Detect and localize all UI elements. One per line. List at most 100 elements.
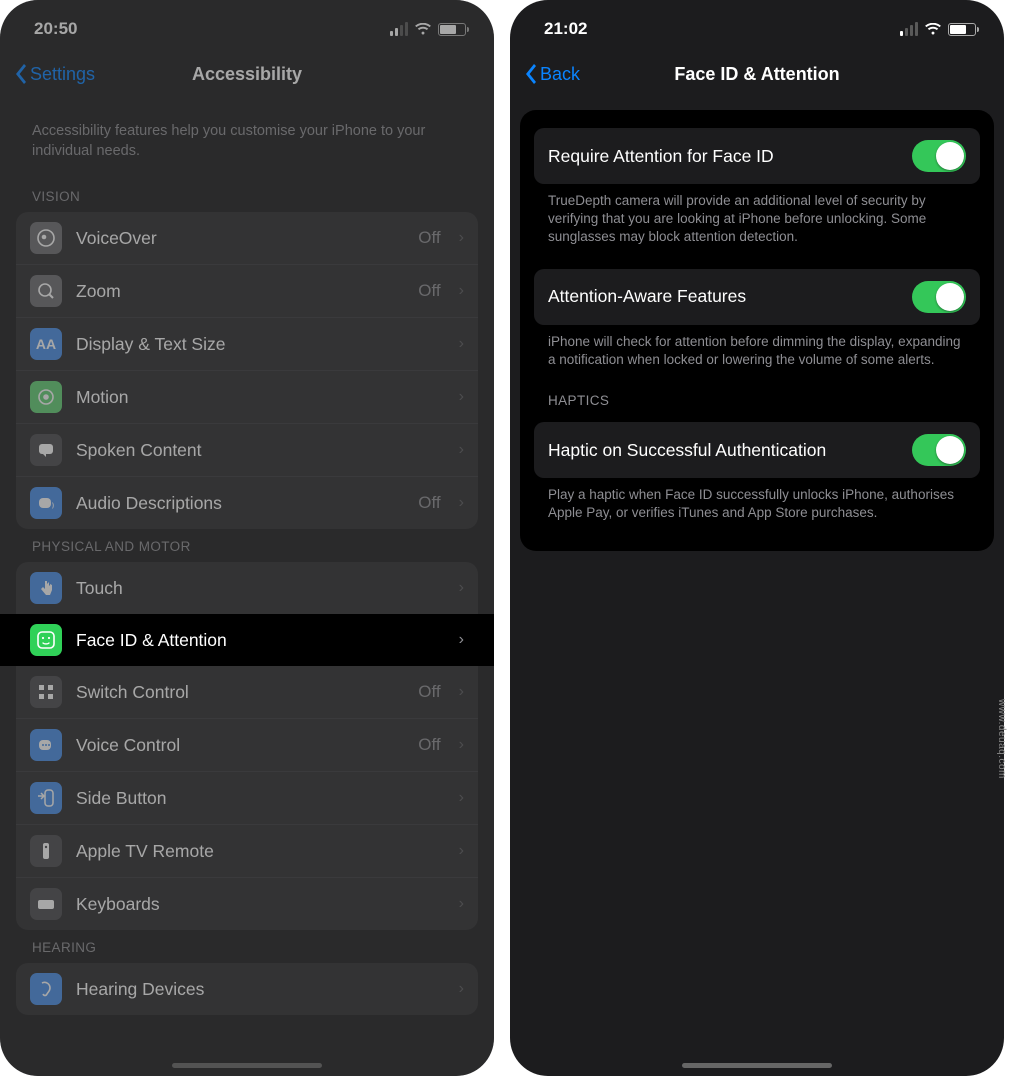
chevron-right-icon: › — [459, 441, 464, 459]
zoom-icon — [30, 275, 62, 307]
status-indicators — [900, 22, 976, 36]
svg-text:): ) — [52, 503, 54, 509]
page-title: Face ID & Attention — [510, 64, 1004, 85]
battery-icon — [948, 23, 976, 36]
toggle-haptic-auth[interactable] — [912, 434, 966, 466]
row-audio-desc[interactable]: ) Audio Descriptions Off › — [16, 476, 478, 529]
toggle-label: Haptic on Successful Authentication — [548, 440, 826, 461]
chevron-right-icon: › — [459, 388, 464, 406]
wifi-icon — [414, 23, 432, 36]
row-label: Voice Control — [76, 735, 404, 756]
row-label: Zoom — [76, 281, 404, 302]
row-face-id-attention[interactable]: Face ID & Attention › — [0, 614, 494, 666]
back-button[interactable]: Back — [524, 64, 580, 85]
chevron-right-icon: › — [459, 842, 464, 860]
section-header-physical: PHYSICAL AND MOTOR — [0, 529, 494, 562]
row-label: Touch — [76, 578, 445, 599]
status-time: 20:50 — [34, 19, 77, 39]
row-spoken[interactable]: Spoken Content › — [16, 423, 478, 476]
home-indicator[interactable] — [172, 1063, 322, 1068]
row-status: Off — [418, 735, 440, 755]
chevron-right-icon: › — [459, 282, 464, 300]
desc-attention-aware: iPhone will check for attention before d… — [520, 325, 994, 383]
chevron-right-icon: › — [459, 229, 464, 247]
row-display-text[interactable]: AA Display & Text Size › — [16, 317, 478, 370]
right-phone-face-id: 21:02 Back Face ID & Attention Require A… — [510, 0, 1004, 1076]
settings-card: Require Attention for Face ID TrueDepth … — [520, 110, 994, 551]
chevron-left-icon — [524, 64, 536, 84]
watermark: www.deuaq.com — [996, 699, 1007, 779]
row-keyboards[interactable]: Keyboards › — [16, 877, 478, 930]
row-voice-control[interactable]: Voice Control Off › — [16, 718, 478, 771]
row-status: Off — [418, 281, 440, 301]
row-apple-tv-remote[interactable]: Apple TV Remote › — [16, 824, 478, 877]
group-physical-top: Touch › — [16, 562, 478, 614]
row-zoom[interactable]: Zoom Off › — [16, 264, 478, 317]
row-status: Off — [418, 682, 440, 702]
row-hearing-devices[interactable]: Hearing Devices › — [16, 963, 478, 1015]
row-haptic-auth: Haptic on Successful Authentication — [534, 422, 980, 478]
spoken-content-icon — [30, 434, 62, 466]
row-status: Off — [418, 493, 440, 513]
back-label: Back — [540, 64, 580, 85]
row-voiceover[interactable]: VoiceOver Off › — [16, 212, 478, 264]
section-header-hearing: HEARING — [0, 930, 494, 963]
row-label: Face ID & Attention — [76, 630, 445, 651]
nav-bar: Settings Accessibility — [0, 48, 494, 100]
motion-icon — [30, 381, 62, 413]
row-label: Apple TV Remote — [76, 841, 445, 862]
touch-icon — [30, 572, 62, 604]
row-label: Audio Descriptions — [76, 493, 404, 514]
row-switch-control[interactable]: Switch Control Off › — [16, 666, 478, 718]
status-time: 21:02 — [544, 19, 587, 39]
row-label: Side Button — [76, 788, 445, 809]
row-motion[interactable]: Motion › — [16, 370, 478, 423]
cellular-icon — [390, 22, 408, 36]
group-vision: VoiceOver Off › Zoom Off › AA Display & … — [16, 212, 478, 529]
toggle-label: Attention-Aware Features — [548, 286, 746, 307]
toggle-attention-aware[interactable] — [912, 281, 966, 313]
nav-bar: Back Face ID & Attention — [510, 48, 1004, 100]
row-require-attention: Require Attention for Face ID — [534, 128, 980, 184]
chevron-right-icon: › — [459, 335, 464, 353]
switch-control-icon — [30, 676, 62, 708]
group-physical-bottom: Switch Control Off › Voice Control Off ›… — [16, 666, 478, 930]
row-label: Keyboards — [76, 894, 445, 915]
audio-desc-icon: ) — [30, 487, 62, 519]
desc-haptic-auth: Play a haptic when Face ID successfully … — [520, 478, 994, 536]
row-touch[interactable]: Touch › — [16, 562, 478, 614]
row-status: Off — [418, 228, 440, 248]
highlight-face-id: Face ID & Attention › — [0, 614, 494, 666]
battery-icon — [438, 23, 466, 36]
keyboard-icon — [30, 888, 62, 920]
voice-control-icon — [30, 729, 62, 761]
section-header-haptics: HAPTICS — [520, 383, 994, 414]
section-header-vision: VISION — [0, 179, 494, 212]
toggle-require-attention[interactable] — [912, 140, 966, 172]
chevron-right-icon: › — [459, 579, 464, 597]
row-label: Motion — [76, 387, 445, 408]
desc-require-attention: TrueDepth camera will provide an additio… — [520, 184, 994, 261]
row-side-button[interactable]: Side Button › — [16, 771, 478, 824]
remote-icon — [30, 835, 62, 867]
status-indicators — [390, 22, 466, 36]
chevron-right-icon: › — [459, 631, 464, 649]
chevron-right-icon: › — [459, 789, 464, 807]
home-indicator[interactable] — [682, 1063, 832, 1068]
side-button-icon — [30, 782, 62, 814]
chevron-right-icon: › — [459, 980, 464, 998]
voiceover-icon — [30, 222, 62, 254]
toggle-label: Require Attention for Face ID — [548, 146, 774, 167]
status-bar: 20:50 — [0, 0, 494, 48]
chevron-left-icon — [14, 64, 26, 84]
wifi-icon — [924, 23, 942, 36]
row-label: Spoken Content — [76, 440, 445, 461]
face-id-icon — [30, 624, 62, 656]
chevron-right-icon: › — [459, 736, 464, 754]
chevron-right-icon: › — [459, 494, 464, 512]
content-scroll[interactable]: Accessibility features help you customis… — [0, 100, 494, 1035]
chevron-right-icon: › — [459, 895, 464, 913]
back-button[interactable]: Settings — [14, 64, 95, 85]
row-label: VoiceOver — [76, 228, 404, 249]
row-attention-aware: Attention-Aware Features — [534, 269, 980, 325]
